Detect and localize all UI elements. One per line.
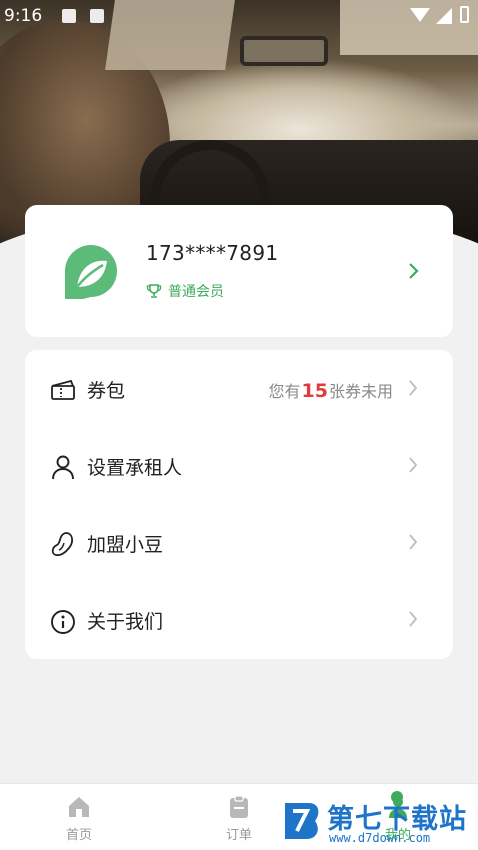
coupon-suffix: 张券未用	[328, 382, 393, 401]
battery-icon	[460, 6, 469, 23]
coupon-count: 15	[301, 380, 328, 402]
membership-badge: 普通会员	[146, 281, 224, 301]
menu-item-label: 关于我们	[87, 611, 164, 633]
notification-icon	[90, 9, 104, 23]
tab-home[interactable]: 首页	[39, 794, 119, 843]
tab-orders[interactable]: 订单	[199, 794, 279, 843]
person-icon	[52, 455, 74, 480]
order-icon	[230, 795, 248, 818]
menu-item-renter[interactable]: 设置承租人	[25, 427, 453, 504]
notification-icon	[62, 9, 76, 23]
trophy-icon	[146, 284, 162, 298]
status-time: 9:16	[4, 6, 43, 26]
watermark-url: www.d7down.com	[329, 831, 431, 845]
menu-item-coupon[interactable]: 券包 您有 15 张券未用	[25, 350, 453, 427]
tab-label: 订单	[225, 828, 252, 843]
menu-list: 券包 您有 15 张券未用 设置承租人 加盟小豆 关于我们	[25, 350, 453, 659]
menu-item-about[interactable]: 关于我们	[25, 581, 453, 658]
ticket-icon	[51, 379, 75, 400]
chevron-right-icon	[409, 534, 418, 550]
avatar-logo-icon	[65, 245, 117, 299]
membership-label: 普通会员	[168, 284, 224, 300]
menu-item-label: 加盟小豆	[87, 534, 164, 556]
signal-icon	[436, 8, 452, 24]
wifi-icon	[410, 8, 430, 22]
menu-item-label: 券包	[87, 380, 126, 402]
tab-label: 首页	[65, 828, 92, 843]
watermark: 第七下载站 www.d7down.com	[283, 791, 478, 850]
info-icon	[51, 610, 75, 634]
profile-card[interactable]: 173****7891 普通会员	[25, 205, 453, 337]
status-bar: 9:16	[0, 0, 478, 32]
menu-item-label: 设置承租人	[87, 457, 183, 479]
bean-icon	[51, 532, 73, 557]
coupon-prefix: 您有	[268, 382, 301, 401]
coupon-summary: 您有 15 张券未用	[269, 378, 393, 402]
user-phone: 173****7891	[146, 241, 279, 265]
menu-item-join[interactable]: 加盟小豆	[25, 504, 453, 581]
chevron-right-icon	[409, 380, 418, 396]
chevron-right-icon	[409, 457, 418, 473]
watermark-logo-icon	[285, 803, 319, 839]
home-icon	[69, 797, 89, 817]
chevron-right-icon	[409, 611, 418, 627]
banner-mirror	[240, 36, 328, 66]
chevron-right-icon[interactable]	[407, 261, 421, 281]
